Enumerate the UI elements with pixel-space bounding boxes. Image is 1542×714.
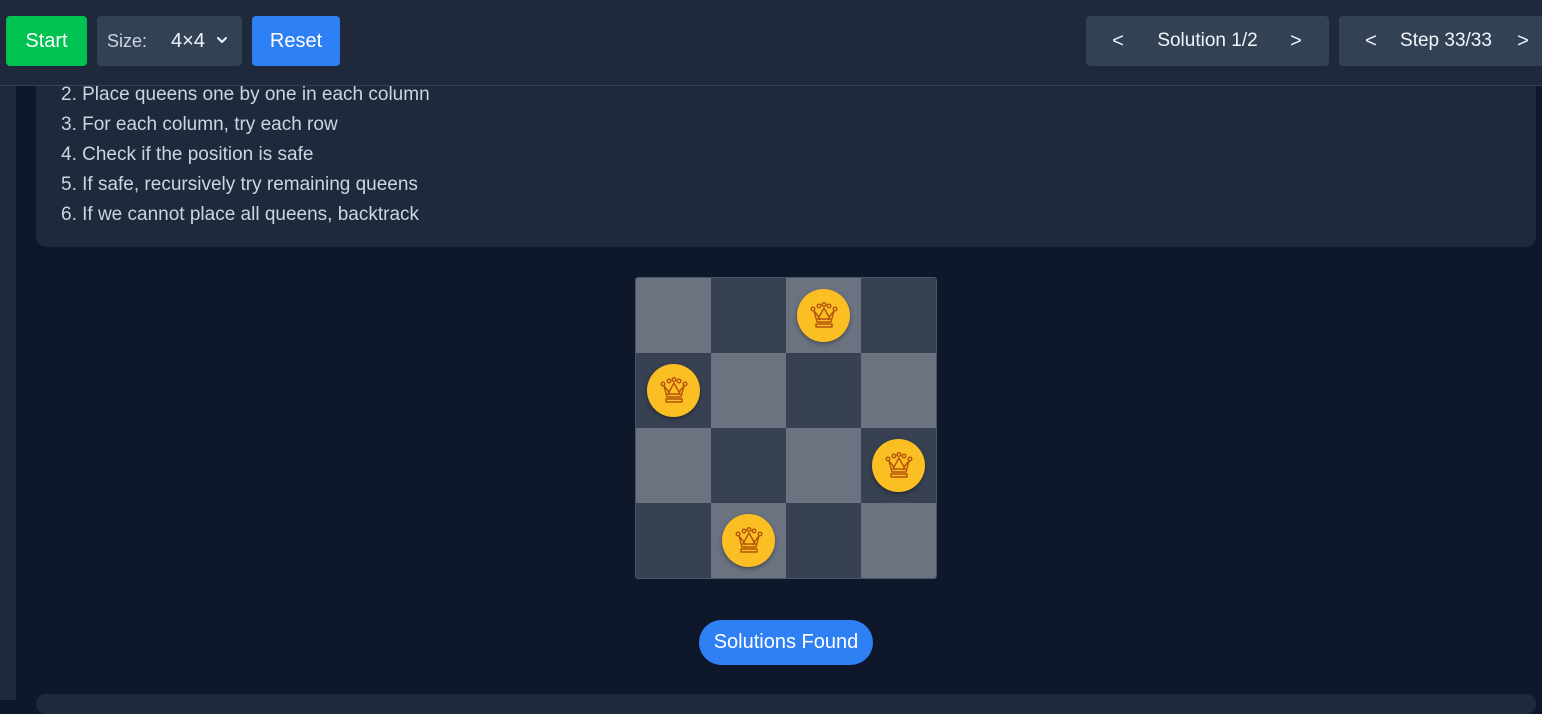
board-cell[interactable]	[786, 353, 861, 428]
next-solution-button[interactable]: >	[1276, 16, 1316, 66]
board-cell[interactable]	[861, 278, 936, 353]
board-cell[interactable]	[786, 503, 861, 578]
board-cell[interactable]	[711, 278, 786, 353]
step-counter: Step 33/33	[1400, 30, 1492, 51]
step-navigator: < Step 33/33 >	[1339, 16, 1542, 66]
algorithm-step: 5. If safe, recursively try remaining qu…	[61, 174, 418, 195]
queen-piece	[872, 439, 925, 492]
crown-icon	[809, 301, 839, 331]
queen-piece	[722, 514, 775, 567]
board-cell[interactable]	[636, 278, 711, 353]
chevron-down-icon	[217, 37, 227, 43]
board-size-select[interactable]: Size: 4×4	[97, 16, 242, 66]
board-cell[interactable]	[861, 353, 936, 428]
board-cell[interactable]	[786, 278, 861, 353]
board-cell[interactable]	[861, 503, 936, 578]
board-cell[interactable]	[711, 428, 786, 503]
queen-piece	[647, 364, 700, 417]
lower-panel	[36, 694, 1536, 714]
board-cell[interactable]	[711, 503, 786, 578]
algorithm-step: 6. If we cannot place all queens, backtr…	[61, 204, 420, 225]
size-label: Size:	[107, 30, 148, 51]
board-cell[interactable]	[711, 353, 786, 428]
board-cell[interactable]	[636, 503, 711, 578]
previous-solution-button[interactable]: <	[1098, 16, 1138, 66]
solution-counter: Solution 1/2	[1157, 30, 1258, 51]
start-button[interactable]: Start	[6, 16, 87, 66]
board-cell[interactable]	[861, 428, 936, 503]
status-badge: Solutions Found	[699, 620, 873, 665]
next-step-button[interactable]: >	[1503, 16, 1542, 66]
board-cell[interactable]	[636, 353, 711, 428]
algorithm-step: 4. Check if the position is safe	[61, 144, 314, 165]
reset-button[interactable]: Reset	[252, 16, 340, 66]
algorithm-steps-list: 2. Place queens one by one in each colum…	[61, 80, 430, 230]
board-cell[interactable]	[786, 428, 861, 503]
board-cell[interactable]	[636, 428, 711, 503]
crown-icon	[884, 451, 914, 481]
size-value: 4×4	[171, 29, 205, 52]
left-rail	[0, 86, 16, 700]
toolbar: Start Size: 4×4 Reset < Solution 1/2 > <…	[0, 0, 1542, 86]
crown-icon	[734, 526, 764, 556]
solution-navigator: < Solution 1/2 >	[1086, 16, 1329, 66]
queen-piece	[797, 289, 850, 342]
previous-step-button[interactable]: <	[1351, 16, 1391, 66]
algorithm-step: 3. For each column, try each row	[61, 114, 338, 135]
chess-board	[635, 277, 937, 579]
crown-icon	[659, 376, 689, 406]
